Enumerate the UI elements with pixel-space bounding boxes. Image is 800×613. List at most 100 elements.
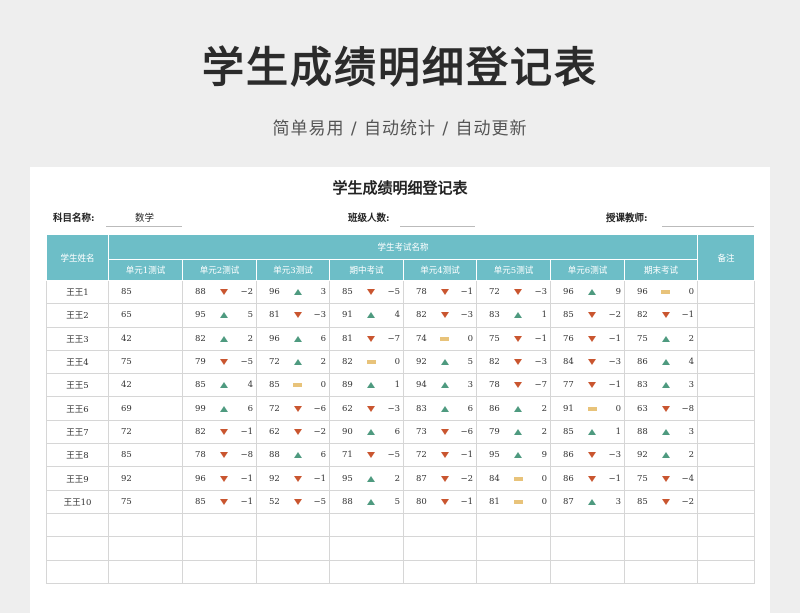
- score-cell[interactable]: 88 6: [256, 443, 330, 468]
- empty-cell[interactable]: [182, 559, 257, 584]
- score-cell[interactable]: 83 3: [623, 373, 699, 398]
- empty-cell[interactable]: [182, 512, 257, 538]
- score-cell[interactable]: 86 2: [476, 396, 551, 421]
- score-cell[interactable]: 85 0: [256, 373, 330, 398]
- notes-cell[interactable]: [697, 303, 756, 328]
- notes-cell[interactable]: [697, 419, 756, 445]
- score-cell[interactable]: 96 9: [550, 279, 625, 305]
- empty-cell[interactable]: [623, 512, 699, 538]
- score-cell[interactable]: 52 −5: [256, 489, 330, 514]
- score-cell[interactable]: 92 5: [403, 349, 477, 375]
- score-cell[interactable]: 81 −3: [256, 303, 330, 328]
- score-cell[interactable]: 75 2: [623, 326, 699, 351]
- empty-cell[interactable]: [256, 512, 330, 538]
- score-cell[interactable]: 75 −1: [476, 326, 551, 351]
- empty-cell[interactable]: [697, 512, 756, 538]
- empty-cell[interactable]: [108, 512, 183, 538]
- empty-cell[interactable]: [108, 559, 183, 584]
- score-cell[interactable]: 95 5: [182, 303, 257, 328]
- score-cell[interactable]: 91 0: [550, 396, 625, 421]
- score-cell[interactable]: 84 −3: [550, 349, 625, 375]
- subject-value[interactable]: 数学: [135, 210, 154, 224]
- empty-cell[interactable]: [403, 512, 477, 538]
- score-cell[interactable]: 87 −2: [403, 466, 477, 491]
- score-cell[interactable]: 78 −7: [476, 373, 551, 398]
- score-cell[interactable]: 82 −3: [403, 303, 477, 328]
- empty-cell[interactable]: [329, 512, 404, 538]
- empty-cell[interactable]: [476, 536, 551, 561]
- score-cell[interactable]: 62 −3: [329, 396, 404, 421]
- score-cell[interactable]: 86 −3: [550, 443, 625, 468]
- notes-cell[interactable]: [697, 396, 756, 421]
- empty-cell[interactable]: [108, 536, 183, 561]
- empty-cell[interactable]: [46, 512, 109, 538]
- score-cell[interactable]: 85 1: [550, 419, 625, 445]
- student-name-cell[interactable]: 王王7: [46, 419, 109, 445]
- score-cell[interactable]: 75: [108, 489, 183, 514]
- score-cell[interactable]: 91 4: [329, 303, 404, 328]
- score-cell[interactable]: 87 3: [550, 489, 625, 514]
- score-cell[interactable]: 92: [108, 466, 183, 491]
- notes-cell[interactable]: [697, 373, 756, 398]
- score-cell[interactable]: 42: [108, 373, 183, 398]
- score-cell[interactable]: 65: [108, 303, 183, 328]
- notes-cell[interactable]: [697, 443, 756, 468]
- score-cell[interactable]: 88 3: [623, 419, 699, 445]
- student-name-cell[interactable]: 王王4: [46, 349, 109, 375]
- score-cell[interactable]: 96 6: [256, 326, 330, 351]
- notes-cell[interactable]: [697, 489, 756, 514]
- score-cell[interactable]: 42: [108, 326, 183, 351]
- score-cell[interactable]: 83 1: [476, 303, 551, 328]
- score-cell[interactable]: 69: [108, 396, 183, 421]
- score-cell[interactable]: 72 −1: [403, 443, 477, 468]
- score-cell[interactable]: 86 4: [623, 349, 699, 375]
- notes-cell[interactable]: [697, 279, 756, 305]
- notes-cell[interactable]: [697, 326, 756, 351]
- score-cell[interactable]: 81 −7: [329, 326, 404, 351]
- empty-cell[interactable]: [182, 536, 257, 561]
- score-cell[interactable]: 72 −6: [256, 396, 330, 421]
- empty-cell[interactable]: [329, 536, 404, 561]
- score-cell[interactable]: 78 −1: [403, 279, 477, 305]
- score-cell[interactable]: 81 0: [476, 489, 551, 514]
- empty-cell[interactable]: [550, 559, 625, 584]
- score-cell[interactable]: 80 −1: [403, 489, 477, 514]
- notes-cell[interactable]: [697, 466, 756, 491]
- score-cell[interactable]: 82 2: [182, 326, 257, 351]
- empty-cell[interactable]: [256, 559, 330, 584]
- score-cell[interactable]: 76 −1: [550, 326, 625, 351]
- score-cell[interactable]: 88 −2: [182, 279, 257, 305]
- score-cell[interactable]: 72 2: [256, 349, 330, 375]
- empty-cell[interactable]: [623, 536, 699, 561]
- score-cell[interactable]: 85 −2: [550, 303, 625, 328]
- score-cell[interactable]: 83 6: [403, 396, 477, 421]
- empty-cell[interactable]: [623, 559, 699, 584]
- score-cell[interactable]: 85 −2: [623, 489, 699, 514]
- score-cell[interactable]: 92 2: [623, 443, 699, 468]
- empty-cell[interactable]: [403, 559, 477, 584]
- student-name-cell[interactable]: 王王2: [46, 303, 109, 328]
- score-cell[interactable]: 99 6: [182, 396, 257, 421]
- score-cell[interactable]: 84 0: [476, 466, 551, 491]
- notes-cell[interactable]: [697, 349, 756, 375]
- empty-cell[interactable]: [476, 559, 551, 584]
- empty-cell[interactable]: [697, 559, 756, 584]
- empty-cell[interactable]: [476, 512, 551, 538]
- score-cell[interactable]: 85 4: [182, 373, 257, 398]
- score-cell[interactable]: 78 −8: [182, 443, 257, 468]
- score-cell[interactable]: 82 0: [329, 349, 404, 375]
- score-cell[interactable]: 94 3: [403, 373, 477, 398]
- score-cell[interactable]: 82 −3: [476, 349, 551, 375]
- score-cell[interactable]: 92 −1: [256, 466, 330, 491]
- student-name-cell[interactable]: 王王9: [46, 466, 109, 491]
- empty-cell[interactable]: [550, 512, 625, 538]
- student-name-cell[interactable]: 王王6: [46, 396, 109, 421]
- score-cell[interactable]: 62 −2: [256, 419, 330, 445]
- score-cell[interactable]: 77 −1: [550, 373, 625, 398]
- score-cell[interactable]: 95 9: [476, 443, 551, 468]
- score-cell[interactable]: 96 −1: [182, 466, 257, 491]
- score-cell[interactable]: 79 2: [476, 419, 551, 445]
- score-cell[interactable]: 74 0: [403, 326, 477, 351]
- empty-cell[interactable]: [329, 559, 404, 584]
- score-cell[interactable]: 72: [108, 419, 183, 445]
